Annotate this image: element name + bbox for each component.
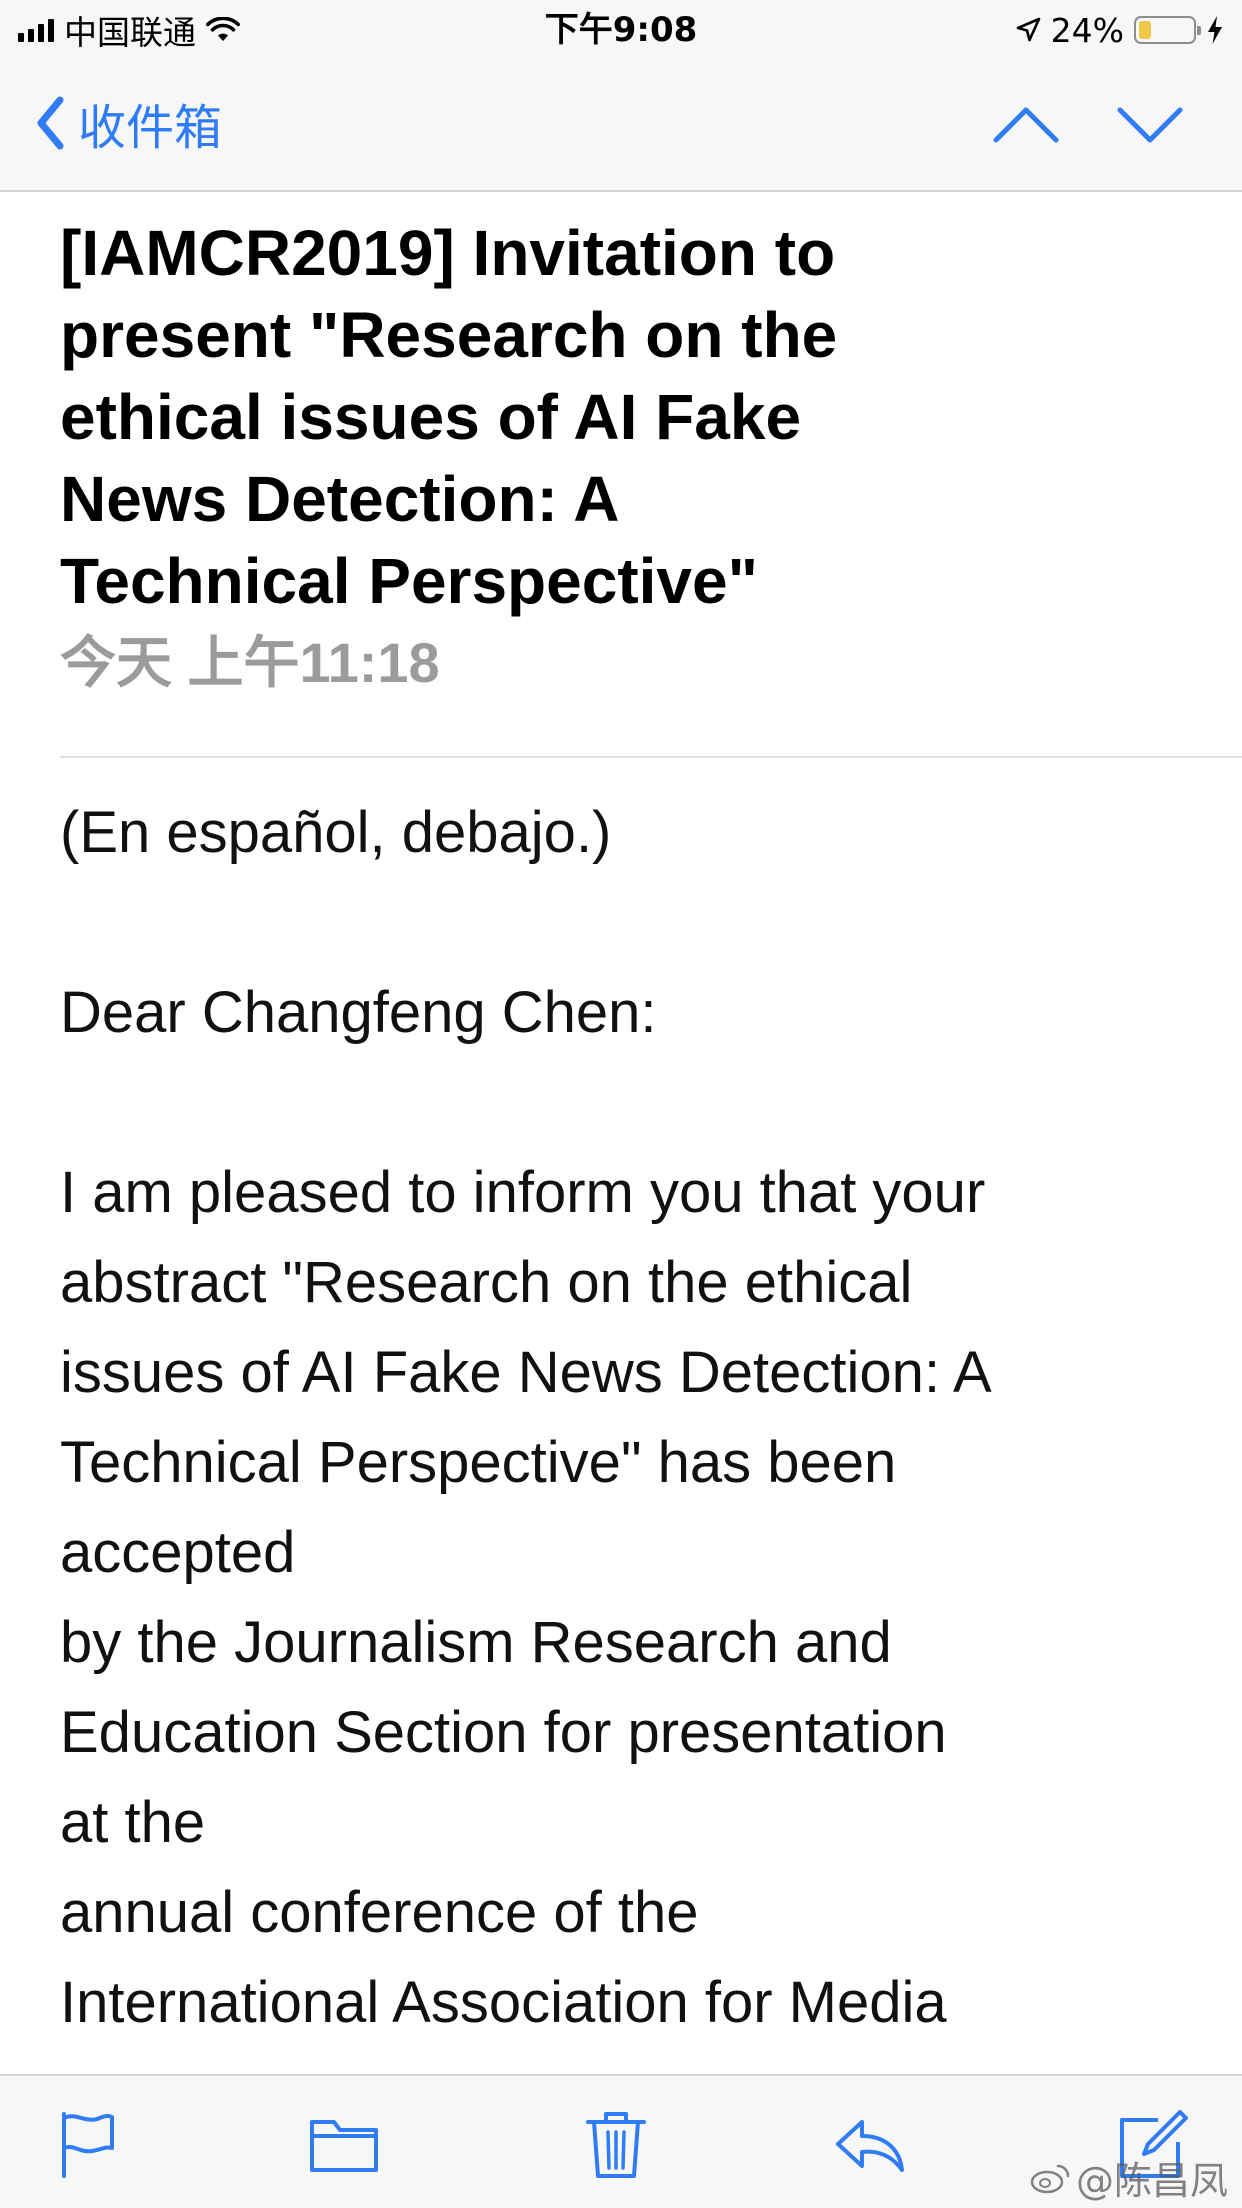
back-to-inbox-button[interactable]: 收件箱 <box>36 90 222 156</box>
weibo-logo-icon <box>1030 2164 1070 2193</box>
battery-icon <box>1134 16 1201 44</box>
reply-button[interactable] <box>832 2106 908 2182</box>
charging-icon <box>1208 16 1222 44</box>
flag-icon <box>62 2112 114 2178</box>
status-bar: 中国联通 下午9:08 24% <box>0 0 1242 60</box>
folder-icon <box>310 2120 378 2172</box>
back-label: 收件箱 <box>78 100 223 156</box>
trash-icon <box>586 2112 646 2178</box>
header-divider <box>60 756 1242 758</box>
location-icon <box>1016 17 1040 42</box>
next-message-button[interactable] <box>1114 96 1186 152</box>
battery-fill <box>1139 21 1151 39</box>
flag-button[interactable] <box>50 2106 126 2182</box>
message-date: 今天 上午11:18 <box>60 631 440 694</box>
chevron-down-icon <box>1117 107 1183 143</box>
status-right: 24% <box>1015 6 1224 54</box>
watermark: @陈昌凤 <box>1030 2150 1228 2205</box>
nav-bar: 收件箱 <box>0 60 1242 192</box>
move-to-folder-button[interactable] <box>306 2106 382 2182</box>
watermark-text: @陈昌凤 <box>1075 2159 1228 2203</box>
battery-percent: 24% <box>1050 10 1124 50</box>
message-view[interactable]: [IAMCR2019] Invitation to present "Resea… <box>0 192 1242 2074</box>
previous-message-button[interactable] <box>990 96 1062 152</box>
message-subject: [IAMCR2019] Invitation to present "Resea… <box>60 217 838 617</box>
chevron-up-icon <box>993 107 1059 143</box>
chevron-left-icon <box>37 96 64 150</box>
message-body: (En español, debajo.) Dear Changfeng Che… <box>60 800 992 2035</box>
delete-button[interactable] <box>578 2106 654 2182</box>
reply-icon <box>836 2120 904 2172</box>
